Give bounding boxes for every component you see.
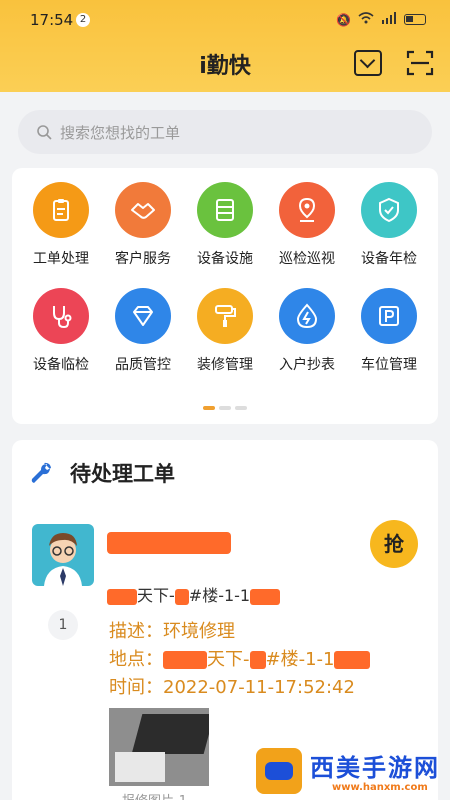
mute-icon: 🔕 (336, 12, 351, 27)
location-text-part: #楼-1-1 (188, 586, 251, 605)
status-bar: 17:54 2 🔕 (0, 0, 450, 38)
search-placeholder: 搜索您想找的工单 (60, 123, 181, 142)
grab-order-button[interactable]: 抢 (370, 520, 418, 568)
address-text-part: 天下- (207, 649, 250, 670)
menu-item-label: 设备设施 (197, 251, 253, 267)
quick-menu-card: 工单处理 客户服务 设备设施 巡检巡视 设备年检 设备临检 品质管控 装修管理 … (12, 168, 438, 424)
redaction (107, 588, 137, 605)
redaction (250, 588, 281, 605)
parking-icon (361, 288, 417, 344)
page-title: i勤快 (199, 54, 251, 79)
signal-icon (381, 12, 397, 27)
section-header: 待处理工单 (28, 458, 175, 488)
menu-item-inspection[interactable]: 巡检巡视 (266, 182, 348, 268)
paint-roller-icon (197, 288, 253, 344)
redaction (174, 588, 189, 605)
watermark-text: 西美手游网 (310, 754, 440, 782)
notification-badge: 2 (76, 13, 90, 27)
water-drop-icon (279, 288, 335, 344)
address-text-part: #楼-1-1 (265, 649, 335, 670)
menu-item-label: 车位管理 (361, 357, 417, 373)
search-icon (37, 125, 52, 140)
order-details: 描述：环境修理 地点： 天下- #楼-1-1 时间：2022-07-11-17:52… (109, 618, 371, 702)
scan-icon[interactable] (406, 50, 434, 76)
address-label: 地点： (109, 649, 163, 670)
photo-caption: 报修图片-1 (122, 790, 187, 800)
message-icon[interactable] (354, 50, 382, 76)
order-location: 天下- #楼-1-1 (107, 582, 281, 606)
page-indicator (12, 406, 438, 410)
watermark-url: www.hanxm.com (332, 782, 428, 793)
wifi-icon (358, 12, 374, 27)
handshake-icon (115, 182, 171, 238)
quick-menu-grid: 工单处理 客户服务 设备设施 巡检巡视 设备年检 设备临检 品质管控 装修管理 … (12, 182, 438, 374)
site-watermark: 西美手游网 www.hanxm.com (254, 744, 450, 800)
status-icons: 🔕 (336, 12, 426, 27)
redaction (334, 651, 371, 669)
paper-image (115, 752, 165, 782)
menu-item-label: 巡检巡视 (279, 251, 335, 267)
order-index: 1 (48, 610, 78, 640)
order-address: 地点： 天下- #楼-1-1 (109, 646, 371, 674)
search-input[interactable]: 搜索您想找的工单 (18, 110, 432, 154)
menu-item-label: 入户抄表 (279, 357, 335, 373)
avatar (32, 524, 94, 586)
menu-item-label: 设备年检 (361, 251, 417, 267)
page-dot (219, 406, 231, 410)
battery-icon (404, 14, 426, 25)
page-dot-active (203, 406, 215, 410)
requester-name-redacted (107, 532, 231, 554)
repair-photo[interactable] (109, 708, 209, 786)
redaction (249, 651, 266, 669)
menu-item-annual-check[interactable]: 设备年检 (348, 182, 430, 268)
page-dot (235, 406, 247, 410)
menu-item-equipment[interactable]: 设备设施 (184, 182, 266, 268)
gamepad-logo-icon (256, 748, 302, 794)
menu-item-temp-check[interactable]: 设备临检 (20, 288, 102, 374)
status-time: 17:54 (30, 11, 74, 29)
wrench-icon (31, 462, 51, 483)
menu-item-label: 设备临检 (33, 357, 89, 373)
shield-check-icon (361, 182, 417, 238)
menu-item-label: 装修管理 (197, 357, 253, 373)
order-description: 描述：环境修理 (109, 621, 235, 642)
diamond-icon (115, 288, 171, 344)
server-icon (197, 182, 253, 238)
section-title: 待处理工单 (70, 462, 175, 486)
location-text-part: 天下- (137, 586, 175, 605)
menu-item-meter-reading[interactable]: 入户抄表 (266, 288, 348, 374)
app-header: 17:54 2 🔕 i勤快 (0, 0, 450, 92)
keyboard-image (131, 714, 209, 754)
menu-item-label: 工单处理 (33, 251, 89, 267)
menu-item-label: 客户服务 (115, 251, 171, 267)
location-pin-icon (279, 182, 335, 238)
menu-item-customer-service[interactable]: 客户服务 (102, 182, 184, 268)
menu-item-decoration[interactable]: 装修管理 (184, 288, 266, 374)
menu-item-label: 品质管控 (115, 357, 171, 373)
menu-item-quality[interactable]: 品质管控 (102, 288, 184, 374)
stethoscope-icon (33, 288, 89, 344)
clipboard-icon (33, 182, 89, 238)
order-time: 时间：2022-07-11-17:52:42 (109, 677, 355, 698)
menu-item-work-order[interactable]: 工单处理 (20, 182, 102, 268)
menu-item-parking[interactable]: 车位管理 (348, 288, 430, 374)
redaction (163, 651, 207, 669)
